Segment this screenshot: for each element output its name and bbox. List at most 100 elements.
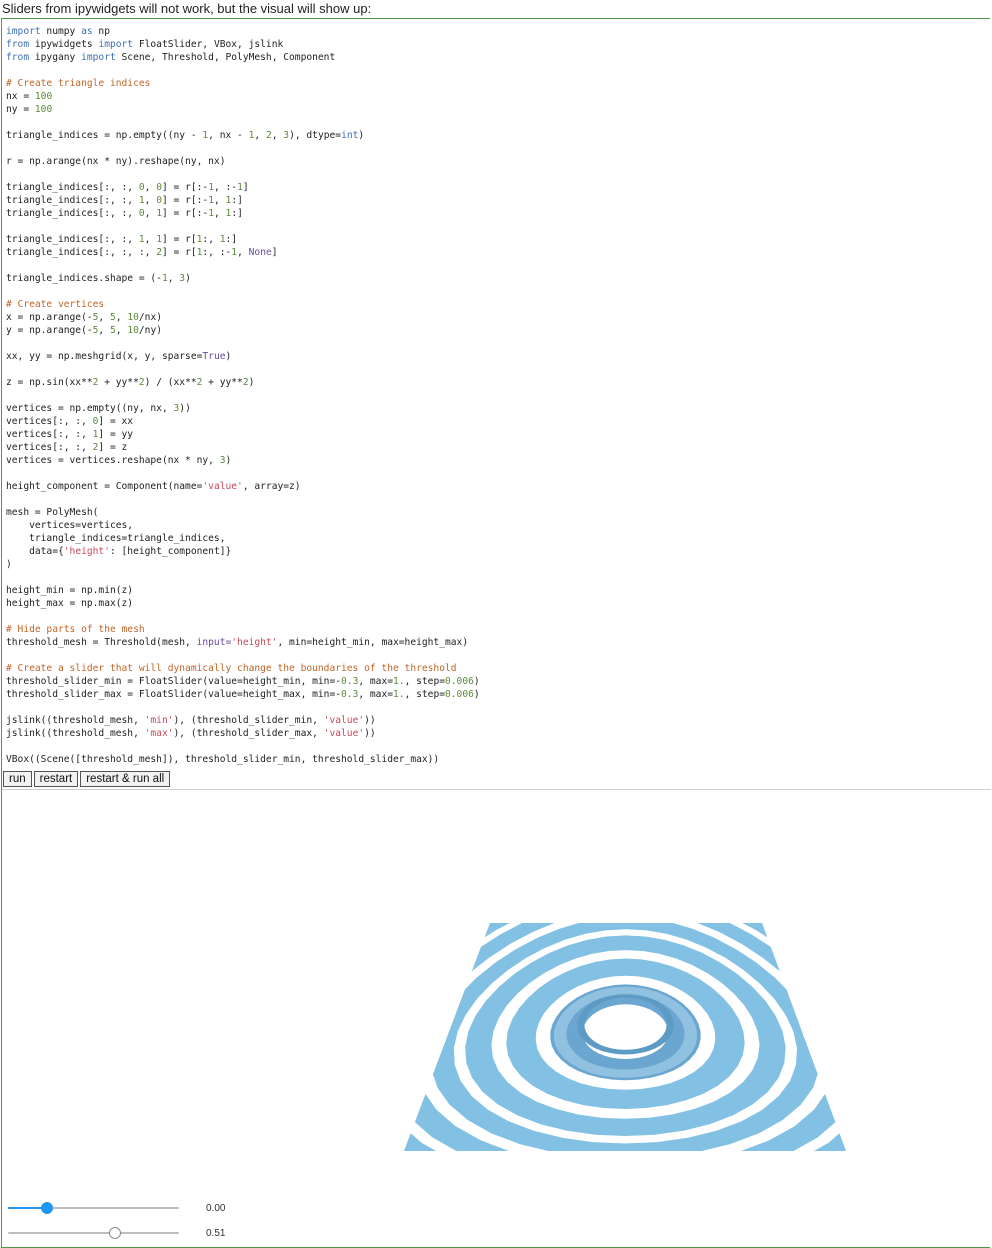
code-token: 'value' bbox=[202, 481, 243, 492]
code-token: triangle_indices[:, :, bbox=[6, 195, 139, 206]
code-token: vertices[:, :, bbox=[6, 429, 93, 440]
code-token: True bbox=[202, 351, 226, 362]
code-token: , bbox=[115, 312, 128, 323]
code-token: threshold_slider_min = FloatSlider(value… bbox=[6, 676, 342, 687]
code-token: , array=z) bbox=[242, 481, 301, 492]
code-token: , max= bbox=[358, 676, 393, 687]
code-line: # Create triangle indices bbox=[6, 77, 480, 90]
code-token: + yy** bbox=[98, 377, 139, 388]
code-token: ) bbox=[225, 351, 232, 362]
code-line: ) bbox=[6, 558, 480, 571]
code-token: Scene, Threshold, PolyMesh, Component bbox=[115, 52, 336, 63]
code-token: from bbox=[6, 39, 30, 50]
code-token: np bbox=[92, 26, 110, 37]
code-line: vertices[:, :, 2] = z bbox=[6, 441, 480, 454]
code-token: ] = r[:- bbox=[161, 182, 209, 193]
slider-track bbox=[8, 1232, 179, 1234]
code-line: z = np.sin(xx**2 + yy**2) / (xx**2 + yy*… bbox=[6, 376, 480, 389]
code-token: , bbox=[237, 247, 249, 258]
code-token: jslink((threshold_mesh, bbox=[6, 715, 145, 726]
code-token: y = np.arange(- bbox=[6, 325, 93, 336]
code-token: ), dtype= bbox=[289, 130, 342, 141]
code-line: threshold_mesh = Threshold(mesh, input='… bbox=[6, 636, 480, 649]
code-token: 'height' bbox=[63, 546, 110, 557]
code-token: input= bbox=[196, 637, 232, 648]
code-token: , bbox=[271, 130, 284, 141]
intro-text: Sliders from ipywidgets will not work, b… bbox=[2, 1, 372, 16]
code-token: /nx) bbox=[138, 312, 162, 323]
code-token: vertices=vertices, bbox=[6, 520, 134, 531]
code-line: vertices=vertices, bbox=[6, 519, 480, 532]
code-token: :, bbox=[202, 234, 220, 245]
code-token: ipywidgets bbox=[29, 39, 99, 50]
code-token: , min=height_min, max=height_max) bbox=[277, 637, 469, 648]
3d-scene-canvas[interactable] bbox=[400, 915, 850, 1155]
code-token: , bbox=[144, 182, 157, 193]
code-token: , bbox=[115, 325, 128, 336]
code-token: FloatSlider, VBox, jslink bbox=[133, 39, 284, 50]
code-token: triangle_indices[:, :, :, bbox=[6, 247, 157, 258]
code-token: ] = xx bbox=[98, 416, 134, 427]
code-token: ) bbox=[473, 689, 480, 700]
code-token: ) bbox=[185, 273, 191, 284]
thresholded-mesh bbox=[404, 923, 846, 1151]
code-token: z = np.sin(xx** bbox=[6, 377, 93, 388]
code-token: r = np.arange(nx * ny).reshape(ny, nx) bbox=[6, 156, 226, 167]
code-token: triangle_indices[:, :, bbox=[6, 234, 139, 245]
code-line: ny = 100 bbox=[6, 103, 480, 116]
code-token: 1. bbox=[393, 676, 405, 687]
code-line: threshold_slider_max = FloatSlider(value… bbox=[6, 688, 480, 701]
code-token: None bbox=[248, 247, 272, 258]
code-token: )) bbox=[364, 715, 376, 726]
code-token: ] = r[:- bbox=[161, 208, 209, 219]
code-line: vertices[:, :, 0] = xx bbox=[6, 415, 480, 428]
code-token: ] = r[ bbox=[161, 247, 197, 258]
code-line: triangle_indices.shape = (-1, 3) bbox=[6, 272, 480, 285]
code-token: triangle_indices=triangle_indices, bbox=[6, 533, 226, 544]
code-token: ) bbox=[248, 377, 255, 388]
restart-button[interactable]: restart bbox=[33, 771, 79, 787]
code-line: # Hide parts of the mesh bbox=[6, 623, 480, 636]
code-token: import bbox=[98, 39, 134, 50]
code-token: ] = r[:- bbox=[161, 195, 209, 206]
code-token: height_component = Component(name= bbox=[6, 481, 203, 492]
slider-thumb[interactable] bbox=[108, 1227, 121, 1239]
code-token: ny = bbox=[6, 104, 35, 115]
threshold-min-slider[interactable] bbox=[8, 1200, 179, 1216]
code-token: triangle_indices[:, :, bbox=[6, 208, 139, 219]
code-token: + yy** bbox=[202, 377, 243, 388]
restart-run-all-button[interactable]: restart & run all bbox=[80, 771, 171, 787]
code-token: :] bbox=[225, 234, 238, 245]
code-token: 0.006 bbox=[445, 689, 474, 700]
code-line: triangle_indices[:, :, 0, 0] = r[:-1, :-… bbox=[6, 181, 480, 194]
code-token: as bbox=[81, 26, 93, 37]
code-line: from ipygany import Scene, Threshold, Po… bbox=[6, 51, 480, 64]
slider-thumb[interactable] bbox=[41, 1202, 54, 1214]
code-token: :, :- bbox=[202, 247, 232, 258]
threshold-min-readout: 0.00 bbox=[206, 1203, 226, 1214]
run-button[interactable]: run bbox=[3, 771, 32, 787]
code-editor[interactable]: import numpy as np from ipywidgets import… bbox=[6, 25, 480, 766]
code-token: threshold_slider_max = FloatSlider(value… bbox=[6, 689, 342, 700]
code-token: , bbox=[98, 325, 110, 336]
threshold-max-slider[interactable] bbox=[8, 1225, 179, 1241]
code-line: xx, yy = np.meshgrid(x, y, sparse=True) bbox=[6, 350, 480, 363]
output-divider bbox=[2, 789, 991, 790]
code-token: height_min = np.min(z) bbox=[6, 585, 134, 596]
code-line: nx = 100 bbox=[6, 90, 480, 103]
code-line: triangle_indices[:, :, 0, 1] = r[:-1, 1:… bbox=[6, 207, 480, 220]
code-token: 100 bbox=[34, 104, 53, 115]
code-token: /ny) bbox=[138, 325, 162, 336]
code-token: vertices[:, :, bbox=[6, 416, 93, 427]
code-line: triangle_indices[:, :, :, 2] = r[1:, :-1… bbox=[6, 246, 480, 259]
code-token: numpy bbox=[40, 26, 82, 37]
code-token: , nx - bbox=[208, 130, 249, 141]
code-token: , bbox=[98, 312, 110, 323]
code-token: 'value' bbox=[323, 728, 365, 739]
